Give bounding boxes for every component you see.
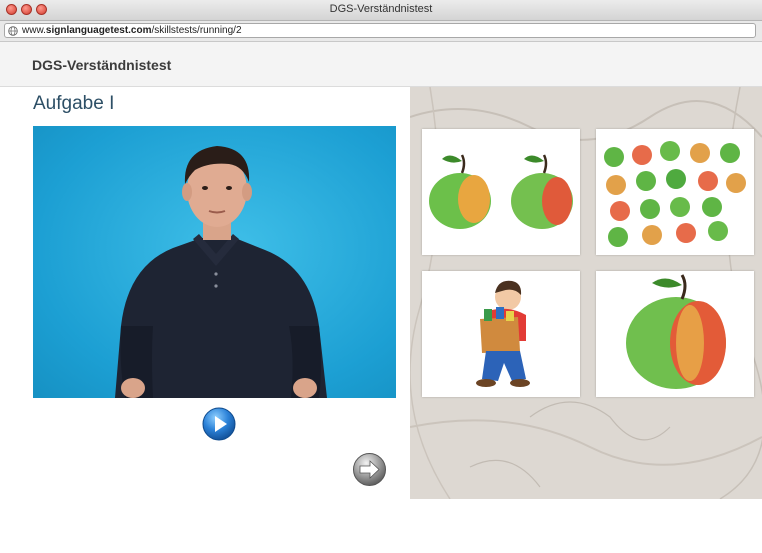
browser-window: DGS-Verständnistest www.signlanguagetest… [0, 0, 762, 553]
url-path: /skillstests/running/2 [151, 25, 242, 36]
globe-icon [8, 21, 18, 40]
app-name: DGS-Verständnistest [32, 57, 172, 73]
url-field[interactable]: www.signlanguagetest.com/skillstests/run… [4, 23, 756, 38]
address-bar: www.signlanguagetest.com/skillstests/run… [0, 21, 762, 42]
url-text: www.signlanguagetest.com/skillstests/run… [22, 25, 242, 36]
answer-card-boy-with-bag[interactable] [422, 271, 580, 397]
task-heading: Aufgabe I [33, 93, 115, 114]
title-bar: DGS-Verständnistest [0, 0, 762, 21]
boy-carrying-bag-icon [476, 280, 530, 387]
two-apples-icon [429, 154, 573, 229]
answer-card-two-apples[interactable] [422, 129, 580, 255]
window-title: DGS-Verständnistest [329, 3, 433, 15]
answer-card-big-apple[interactable] [596, 271, 754, 397]
next-arrow-icon [353, 453, 386, 486]
one-big-apple-icon [626, 274, 726, 389]
play-icon [202, 407, 236, 441]
play-button[interactable] [202, 407, 236, 441]
many-apples-icon [604, 141, 746, 247]
url-prefix: www. [22, 25, 46, 36]
url-domain: signlanguagetest.com [45, 25, 152, 36]
signer-video[interactable] [33, 126, 396, 398]
answer-card-many-apples[interactable] [596, 129, 754, 255]
next-button[interactable] [352, 452, 387, 487]
app-header: DGS-Verständnistest [0, 42, 762, 87]
signer-person-icon [115, 146, 327, 398]
answer-panel [410, 87, 762, 499]
